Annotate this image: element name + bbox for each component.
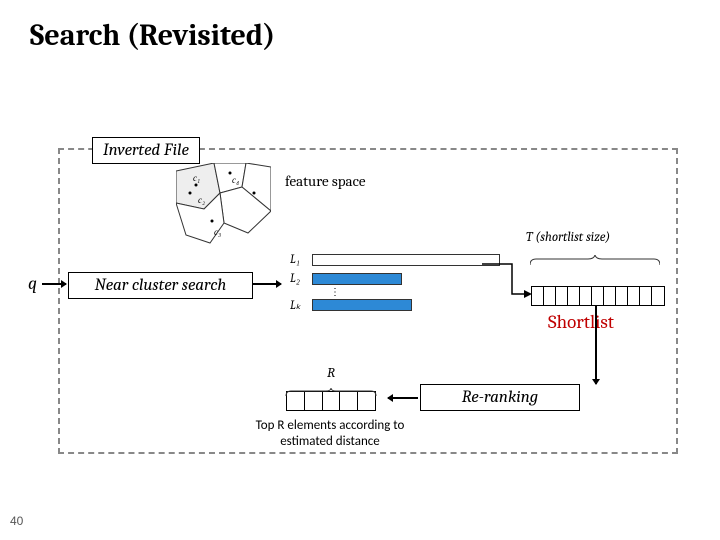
result-array xyxy=(286,391,376,411)
list-row-lk: Lₖ xyxy=(290,298,500,312)
arrow-rerank-to-result xyxy=(388,397,418,399)
page-number: 40 xyxy=(10,514,23,528)
caption-top-r: Top R elements according to estimated di… xyxy=(250,418,410,451)
list-row-l1: L₁ xyxy=(290,252,500,267)
arrow-shortlist-down xyxy=(595,306,597,384)
list-row-l2: L₂ xyxy=(290,271,500,286)
list-label-lk: Lₖ xyxy=(290,298,312,312)
svg-text:c₃: c₃ xyxy=(214,227,221,237)
list-bar-l1 xyxy=(312,254,500,266)
label-feature-space: feature space xyxy=(285,172,366,190)
svg-text:c₁: c₁ xyxy=(193,173,200,183)
label-re-ranking: Re-ranking xyxy=(420,384,580,411)
label-shortlist: Shortlist xyxy=(548,311,614,333)
list-label-l2: L₂ xyxy=(290,271,312,286)
label-near-cluster: Near cluster search xyxy=(68,272,253,299)
shortlist-size-label: T (shortlist size) xyxy=(526,230,610,245)
svg-text:c₂: c₂ xyxy=(198,195,205,205)
vdots-icon: ⋮ xyxy=(330,290,340,296)
list-bar-l2 xyxy=(312,273,402,285)
voronoi-diagram: c₁ c₂ c₄ c₃ xyxy=(176,163,271,251)
slide-title: Search (Revisited) xyxy=(30,18,275,53)
label-inverted-file: Inverted File xyxy=(92,137,200,164)
svg-text:c₄: c₄ xyxy=(232,175,239,185)
brace-icon xyxy=(530,252,660,262)
r-variable: R xyxy=(276,364,386,381)
list-label-l1: L₁ xyxy=(290,252,312,267)
list-bar-lk xyxy=(312,299,412,311)
result-block: R xyxy=(276,364,386,411)
query-variable: q xyxy=(28,273,37,294)
arrow-query-in xyxy=(42,283,66,285)
posting-lists: L₁ L₂ ⋮ Lₖ xyxy=(290,252,500,316)
arrow-near-to-lists xyxy=(253,283,281,285)
shortlist-array xyxy=(531,286,665,306)
r-brace-icon xyxy=(276,383,386,391)
arrow-lists-to-shortlist xyxy=(482,260,528,296)
